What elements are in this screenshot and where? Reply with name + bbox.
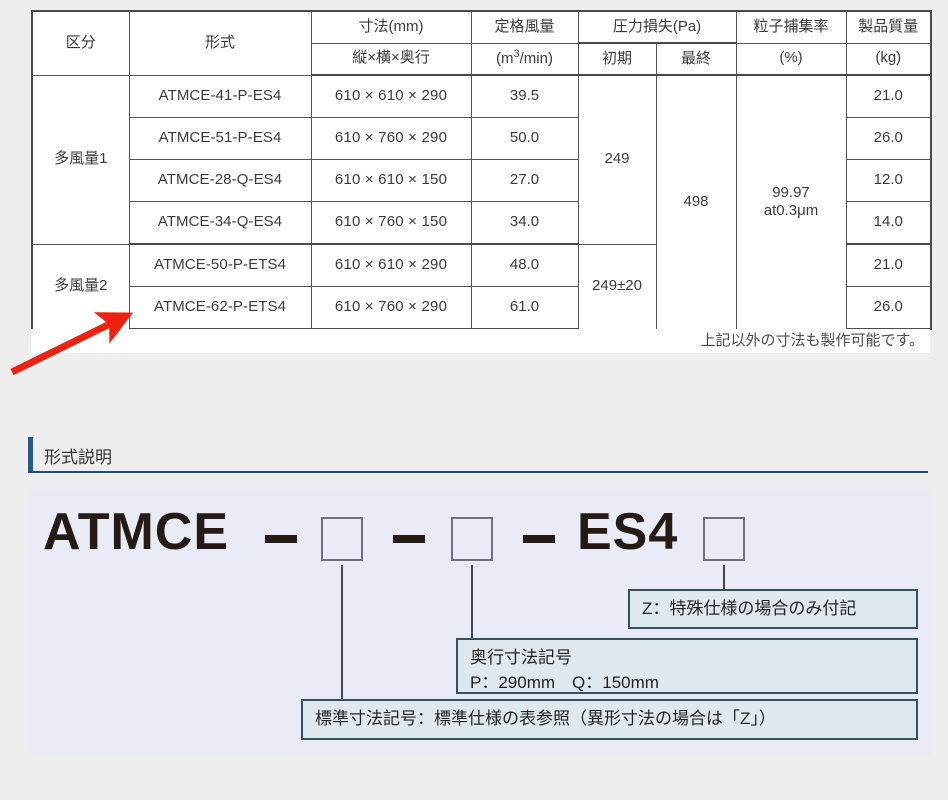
connector-line-box3 bbox=[723, 565, 725, 589]
cell-mass: 21.0 bbox=[845, 74, 932, 118]
cell-category: 多風量2 bbox=[31, 243, 130, 330]
header-airflow-main: 定格風量 bbox=[470, 10, 579, 44]
cell-airflow: 50.0 bbox=[470, 117, 579, 160]
callout-z-note-text: Z：特殊仕様の場合のみ付記 bbox=[642, 599, 857, 618]
cell-mass: 12.0 bbox=[845, 159, 932, 202]
code-placeholder-box-3 bbox=[703, 517, 745, 561]
heading-accent-bar bbox=[28, 437, 33, 471]
specification-table: 区分 形式 寸法(mm) 定格風量 圧力損失(Pa) 粒子捕集率 製品質量 縦×… bbox=[31, 10, 932, 330]
cell-pressure-initial: 249±20 bbox=[577, 243, 657, 330]
header-model: 形式 bbox=[128, 10, 312, 76]
cell-dimension: 610 × 610 × 150 bbox=[310, 159, 472, 202]
header-mass-sub: (kg) bbox=[845, 42, 932, 76]
header-pressure-final: 最終 bbox=[655, 42, 737, 76]
cell-dimension: 610 × 610 × 290 bbox=[310, 243, 472, 287]
header-pressure-group: 圧力損失(Pa) bbox=[577, 10, 737, 44]
header-dimension-sub: 縦×横×奥行 bbox=[310, 42, 472, 76]
cell-airflow: 61.0 bbox=[470, 286, 579, 330]
cell-airflow: 34.0 bbox=[470, 201, 579, 245]
cell-category: 多風量1 bbox=[31, 74, 130, 245]
header-category: 区分 bbox=[31, 10, 130, 76]
connector-line-box2 bbox=[471, 565, 473, 638]
cell-model: ATMCE-28-Q-ES4 bbox=[128, 159, 312, 202]
cell-pressure-initial: 249 bbox=[577, 74, 657, 245]
heading-label: 形式説明 bbox=[44, 448, 112, 467]
code-placeholder-box-1 bbox=[321, 517, 363, 561]
cell-airflow: 48.0 bbox=[470, 243, 579, 287]
table-row: 多風量1 ATMCE-41-P-ES4 610 × 610 × 290 39.5… bbox=[31, 74, 932, 330]
code-dash-1 bbox=[265, 535, 297, 543]
code-dash-2 bbox=[393, 535, 425, 543]
specification-table-container: 区分 形式 寸法(mm) 定格風量 圧力損失(Pa) 粒子捕集率 製品質量 縦×… bbox=[31, 10, 932, 330]
cell-efficiency: 99.97 at0.3μm bbox=[735, 74, 847, 330]
cell-mass: 26.0 bbox=[845, 117, 932, 160]
airflow-unit-pre: (m bbox=[496, 50, 514, 68]
callout-z-note: Z：特殊仕様の場合のみ付記 bbox=[628, 589, 918, 629]
cell-dimension: 610 × 610 × 290 bbox=[310, 74, 472, 118]
callout-depth-symbol: 奥行寸法記号 P：290mm Q：150mm bbox=[456, 638, 918, 694]
code-suffix: ES4 bbox=[577, 503, 679, 561]
section-heading: 形式説明 bbox=[28, 437, 428, 471]
airflow-unit-post: /min) bbox=[519, 50, 553, 68]
cell-dimension: 610 × 760 × 290 bbox=[310, 117, 472, 160]
header-mass-main: 製品質量 bbox=[845, 10, 932, 44]
model-code-panel: ATMCE ES4 Z：特殊仕様の場合のみ付記 奥行寸法記号 P：290mm Q… bbox=[31, 489, 930, 755]
cell-pressure-final: 498 bbox=[655, 74, 737, 330]
connector-line-box1 bbox=[341, 565, 343, 699]
cell-dimension: 610 × 760 × 150 bbox=[310, 201, 472, 245]
callout-depth-title: 奥行寸法記号 bbox=[470, 648, 572, 667]
model-code-row: ATMCE ES4 bbox=[31, 499, 930, 565]
cell-mass: 21.0 bbox=[845, 243, 932, 287]
cell-model: ATMCE-41-P-ES4 bbox=[128, 74, 312, 118]
header-pressure-initial: 初期 bbox=[577, 42, 657, 76]
code-prefix: ATMCE bbox=[43, 503, 230, 561]
header-airflow-sub: (m3/min) bbox=[470, 42, 579, 76]
cell-model: ATMCE-62-P-ETS4 bbox=[128, 286, 312, 330]
header-efficiency-main: 粒子捕集率 bbox=[735, 10, 847, 44]
cell-airflow: 27.0 bbox=[470, 159, 579, 202]
callout-depth-values: P：290mm Q：150mm bbox=[470, 672, 659, 692]
callout-standard-symbol: 標準寸法記号：標準仕様の表参照（異形寸法の場合は「Z」） bbox=[301, 699, 918, 740]
cell-mass: 14.0 bbox=[845, 201, 932, 245]
heading-divider bbox=[28, 471, 928, 473]
table-footnote: 上記以外の寸法も製作可能です。 bbox=[31, 329, 930, 353]
code-dash-3 bbox=[523, 535, 555, 543]
cell-model: ATMCE-34-Q-ES4 bbox=[128, 201, 312, 245]
cell-airflow: 39.5 bbox=[470, 74, 579, 118]
code-placeholder-box-2 bbox=[451, 517, 493, 561]
header-dimension-main: 寸法(mm) bbox=[310, 10, 472, 44]
efficiency-value: 99.97 bbox=[772, 183, 810, 201]
header-efficiency-sub: (%) bbox=[735, 42, 847, 76]
cell-dimension: 610 × 760 × 290 bbox=[310, 286, 472, 330]
cell-mass: 26.0 bbox=[845, 286, 932, 330]
efficiency-condition: at0.3μm bbox=[763, 202, 819, 220]
callout-standard-text: 標準寸法記号：標準仕様の表参照（異形寸法の場合は「Z」） bbox=[315, 709, 776, 729]
cell-model: ATMCE-51-P-ES4 bbox=[128, 117, 312, 160]
cell-model: ATMCE-50-P-ETS4 bbox=[128, 243, 312, 287]
